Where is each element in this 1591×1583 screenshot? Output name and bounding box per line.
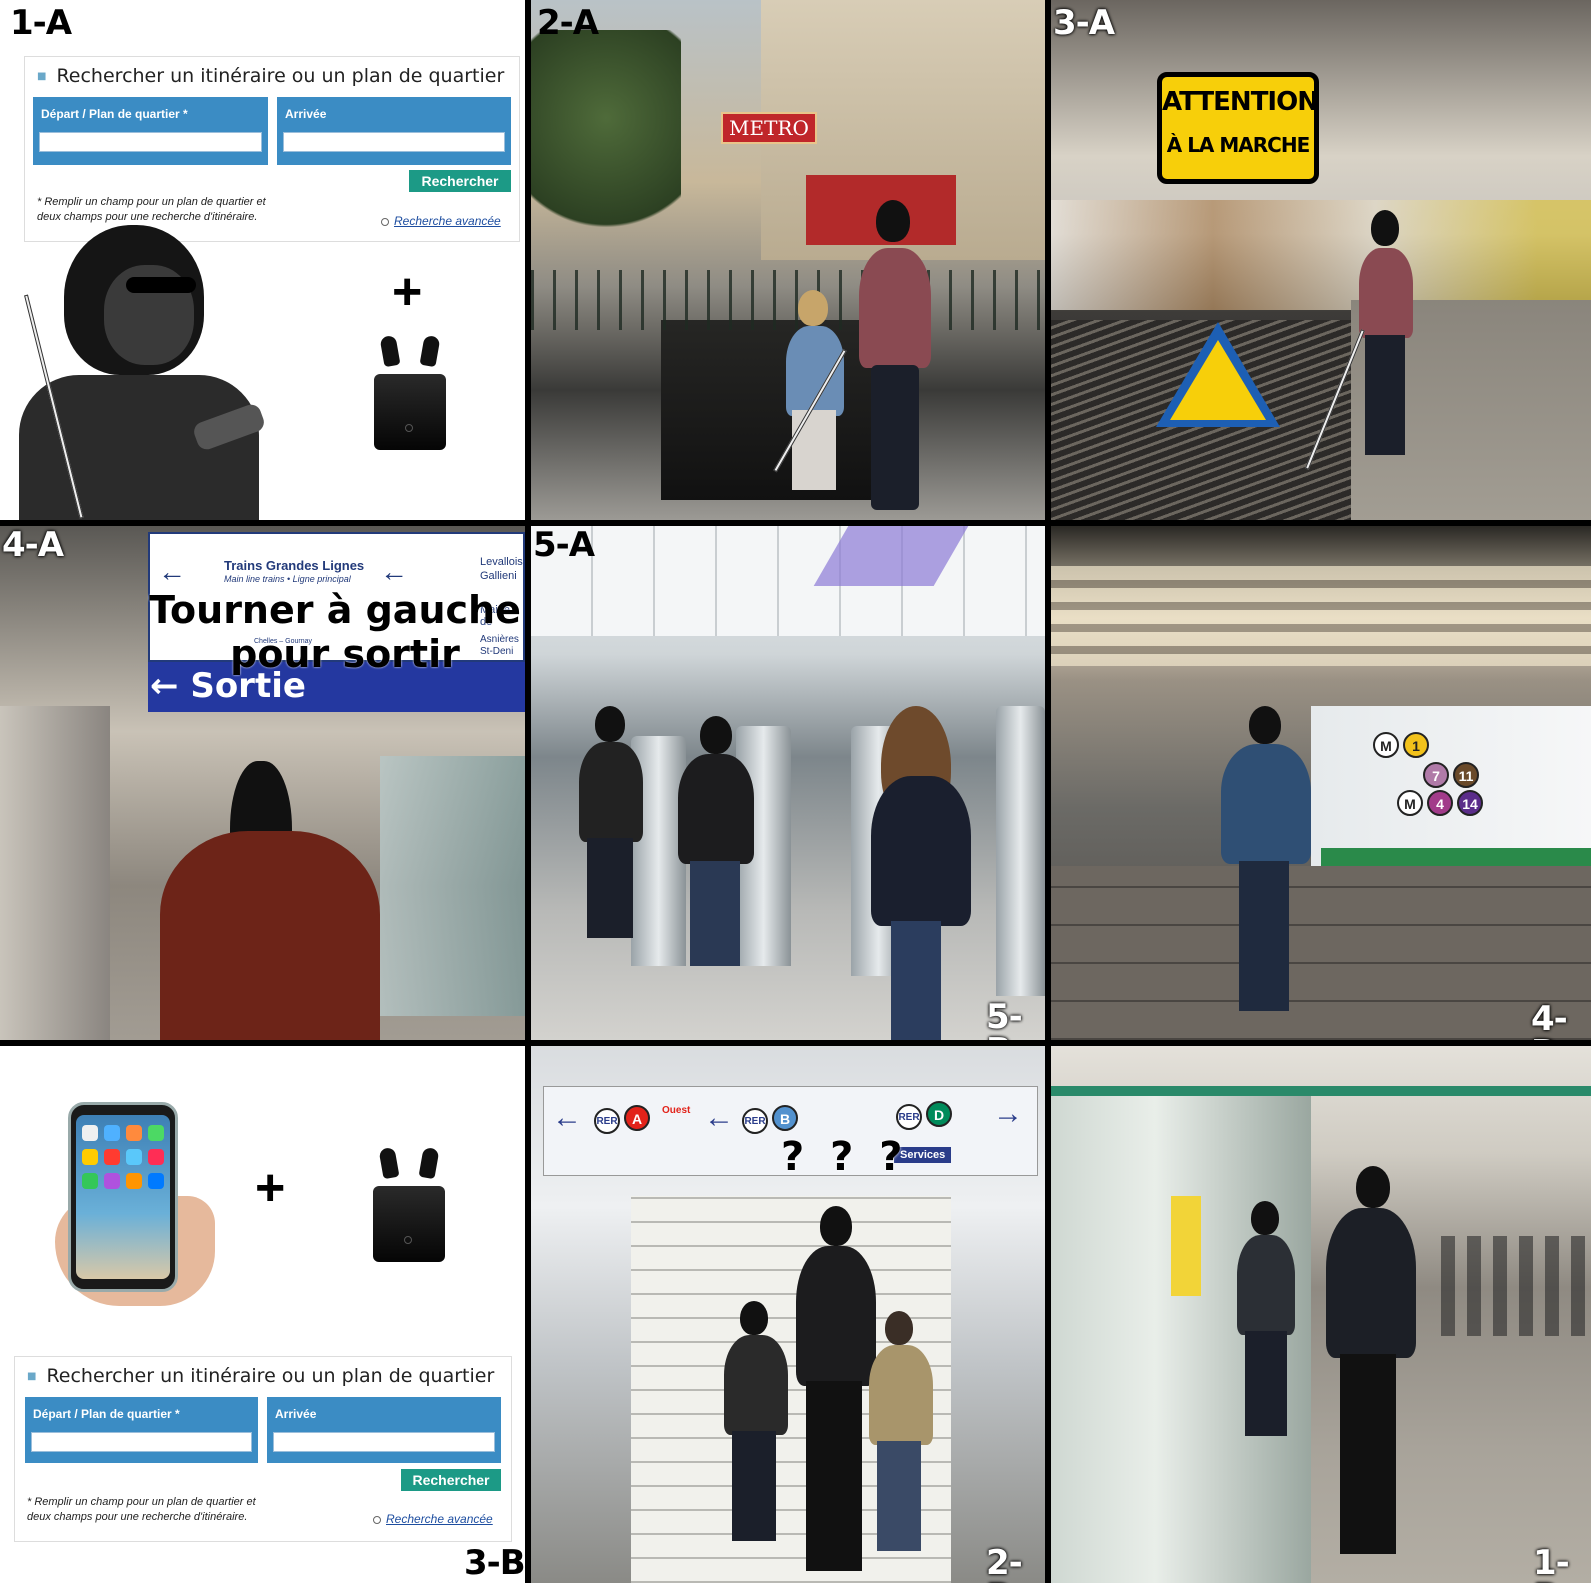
person-traveler (1211, 706, 1321, 1026)
panel-1a: 1-A ■ Rechercher un itinéraire ou un plan… (0, 0, 525, 520)
arrivee-input[interactable] (283, 132, 505, 152)
panel-tag: 1-B (1533, 1543, 1570, 1583)
person-traveler (571, 706, 651, 946)
person-traveler (666, 716, 766, 976)
panel-2a: METRO 2-A (531, 0, 1045, 520)
search-button[interactable]: Rechercher (409, 170, 511, 192)
radio-icon (381, 217, 389, 226)
sign-arrow-icon: ← (552, 1101, 582, 1134)
person-traveler (861, 1311, 941, 1561)
divider (0, 1040, 1591, 1046)
depart-field[interactable]: Départ / Plan de quartier * (33, 97, 268, 165)
divider (0, 520, 1591, 526)
ticket-gate (996, 706, 1045, 996)
panel-4a: ← Trains Grandes Lignes Main line trains… (0, 526, 525, 1040)
bullet-icon: ■ (27, 1371, 37, 1382)
rer-a-label: Ouest (662, 1105, 691, 1116)
person-traveler (716, 1301, 796, 1551)
panel-2b: ← RER A Ouest ← RER B RER D → Services ? ? … (531, 1046, 1045, 1583)
rer-d-badge: RER D (894, 1101, 954, 1130)
advanced-search-link[interactable]: Recherche avancée (373, 1512, 493, 1526)
sign-arrow-icon: → (993, 1097, 1023, 1130)
plus-sign: + (255, 1159, 286, 1217)
tiled-floor (1051, 866, 1591, 1040)
warning-line2: À LA MARCHE (1166, 133, 1311, 157)
person-woman (150, 761, 390, 1040)
search-widget: ■ Rechercher un itinéraire ou un plan de … (24, 56, 520, 242)
sign-arrow-icon: ← (704, 1101, 734, 1134)
arrivee-field[interactable]: Arrivée (277, 97, 511, 165)
panel-3a: ATTENTION À LA MARCHE 3-A (1051, 0, 1591, 520)
warning-sign: ATTENTION À LA MARCHE (1157, 72, 1319, 184)
panel-tag-b: 5-B (986, 997, 1023, 1040)
sign-arrow-icon: ← (380, 556, 408, 587)
person-woman (851, 706, 1001, 1040)
person-traveler (1316, 1166, 1426, 1566)
widget-title: ■ Rechercher un itinéraire ou un plan de … (37, 65, 505, 87)
panel-tag: 5-A (533, 526, 595, 565)
line-indicator: M 4 14 (1395, 790, 1485, 816)
bullet-icon: ■ (37, 71, 47, 82)
panel-tag: 3-A (1053, 3, 1115, 43)
sign-trains: Trains Grandes Lignes (224, 558, 365, 573)
panel-tag: 4-B (1531, 999, 1568, 1040)
smartphone-image (68, 1102, 178, 1292)
panel-4b: M1 711 M414 4-B (1051, 526, 1591, 1040)
person-child (776, 290, 856, 490)
panel-3b: + ■ Rechercher un itinéraire ou un plan d… (0, 1046, 525, 1583)
sign-arrow-icon: ← (158, 556, 186, 587)
widget-note: * Remplir un champ pour un plan de quart… (37, 196, 266, 223)
divider (525, 0, 531, 1583)
depart-field[interactable]: Départ / Plan de quartier * (25, 1397, 258, 1463)
depart-label: Départ / Plan de quartier * (33, 1407, 180, 1421)
depart-input[interactable] (31, 1432, 252, 1452)
arrivee-label: Arrivée (275, 1407, 317, 1421)
divider (1045, 0, 1051, 1583)
panel-tag: 3-B (464, 1543, 525, 1583)
blind-woman-image (14, 225, 304, 520)
panel-tag: 2-B (986, 1543, 1023, 1583)
sign-levallois: Levallois (480, 556, 523, 568)
widget-note: * Remplir un champ pour un plan de quart… (27, 1496, 256, 1523)
advanced-search-link[interactable]: Recherche avancée (381, 214, 501, 228)
metro-sign: METRO (721, 112, 817, 144)
search-button[interactable]: Rechercher (401, 1469, 501, 1491)
plus-sign: + (392, 263, 423, 321)
panel-5a: 5-A 5-B (531, 526, 1045, 1040)
arrivee-label: Arrivée (285, 107, 327, 121)
line-indicator: M1 (1371, 732, 1431, 758)
widget-title: ■ Rechercher un itinéraire ou un plan de … (27, 1365, 495, 1387)
earbuds-image (373, 1142, 445, 1262)
person-traveler (1231, 1201, 1301, 1441)
warning-line1: ATTENTION (1162, 87, 1319, 117)
panel-1b: 1-B (1051, 1046, 1591, 1583)
rer-b-badge: RER B (740, 1105, 800, 1134)
arrivee-field[interactable]: Arrivée (267, 1397, 501, 1463)
panel-tag: 2-A (537, 3, 599, 43)
instruction-overlay: Tourner à gauche pour sortir (149, 588, 521, 676)
sign-trains-sub: Main line trains • Ligne principal (224, 574, 351, 584)
search-widget: ■ Rechercher un itinéraire ou un plan de … (14, 1356, 512, 1542)
panel-tag: 1-A (10, 3, 72, 43)
depart-label: Départ / Plan de quartier * (41, 107, 188, 121)
line-indicator: 7 11 (1421, 762, 1481, 788)
sign-gallieni: Gallieni (480, 570, 517, 582)
person-woman (841, 200, 951, 520)
radio-icon (373, 1515, 381, 1524)
arrivee-input[interactable] (273, 1432, 495, 1452)
panel-tag: 4-A (2, 526, 64, 565)
depart-input[interactable] (39, 132, 262, 152)
step-warning-icon (1170, 340, 1266, 420)
earbuds-image (374, 330, 446, 450)
rer-a-badge: RER A (592, 1105, 652, 1134)
question-marks: ? ? ? (781, 1134, 909, 1180)
